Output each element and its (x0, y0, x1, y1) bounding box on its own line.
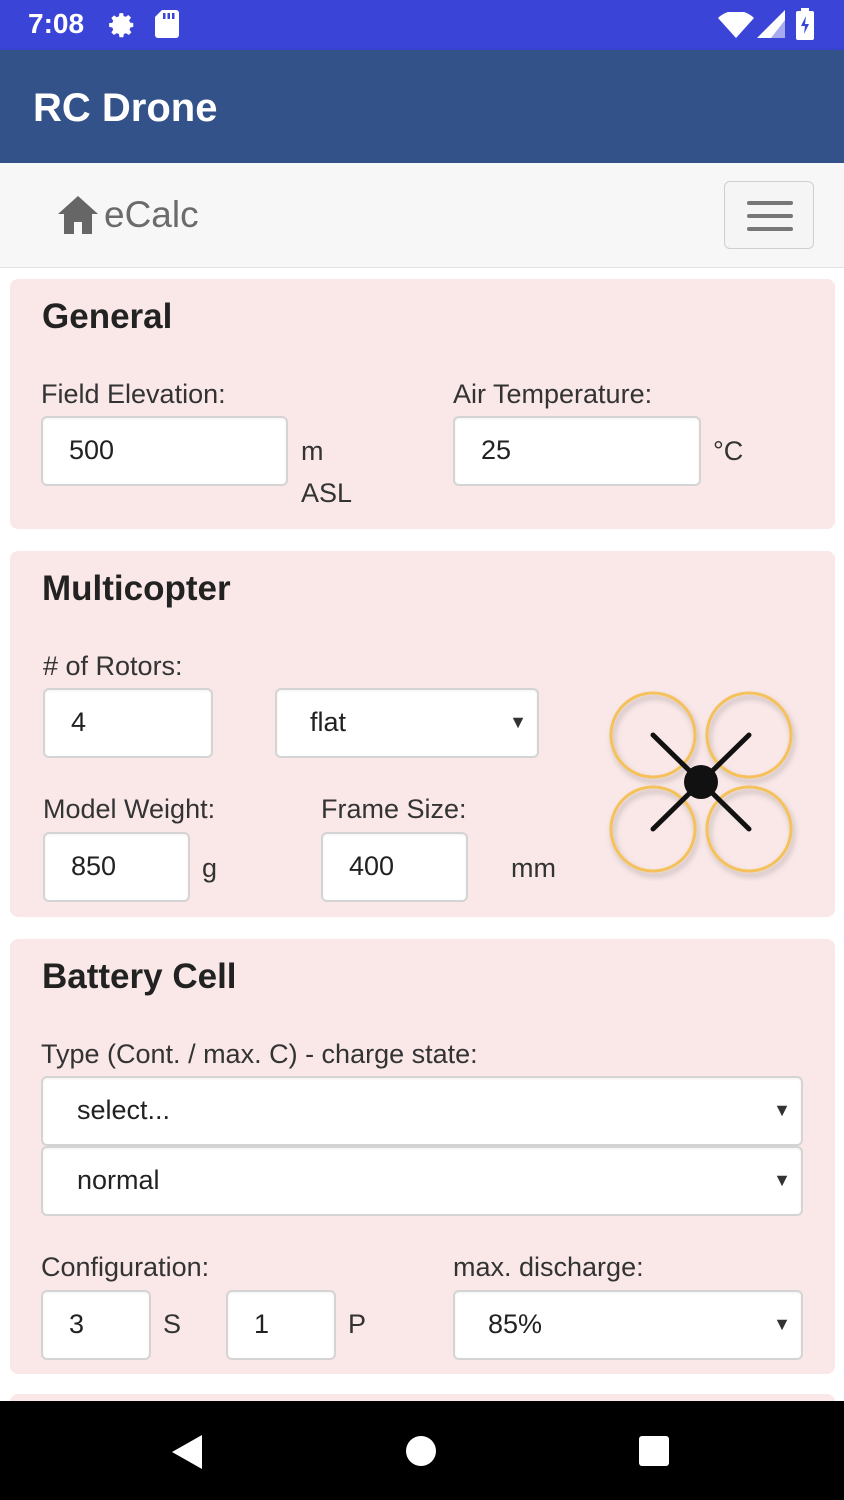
field-elevation-unit-asl: ASL (301, 478, 353, 508)
app-bar: RC Drone (0, 50, 844, 163)
back-icon[interactable] (170, 1433, 204, 1471)
rotors-input[interactable]: 4 (43, 688, 213, 758)
multicopter-card: Multicopter # of Rotors: 4 flat ▼ Model … (10, 551, 835, 917)
field-elevation-input[interactable]: 500 (41, 416, 288, 486)
chevron-down-icon: ▼ (773, 1100, 791, 1120)
wifi-icon (718, 12, 754, 38)
configuration-label: Configuration: (41, 1252, 210, 1282)
field-elevation-label: Field Elevation: (41, 379, 226, 409)
frame-size-input[interactable]: 400 (321, 832, 468, 902)
max-discharge-select[interactable]: 85% ▼ (453, 1290, 803, 1360)
air-temperature-label: Air Temperature: (453, 379, 653, 409)
quadcopter-icon (609, 691, 793, 873)
model-weight-unit: g (202, 853, 218, 883)
field-elevation-unit: m (301, 436, 324, 466)
app-title: RC Drone (33, 86, 218, 130)
model-weight-label: Model Weight: (43, 794, 216, 824)
status-time: 7:08 (28, 8, 85, 39)
cells-serial-input[interactable]: 3 (41, 1290, 151, 1360)
menu-icon (747, 201, 793, 205)
battery-type-select[interactable]: select... ▼ (41, 1076, 803, 1146)
chevron-down-icon: ▼ (773, 1314, 791, 1334)
sd-card-icon (155, 10, 179, 38)
cells-parallel-unit: P (348, 1309, 367, 1339)
gear-icon (109, 13, 134, 38)
multicopter-title: Multicopter (42, 569, 231, 608)
brand-link[interactable]: eCalc (58, 193, 199, 237)
signal-icon (757, 10, 785, 38)
chevron-down-icon: ▼ (509, 712, 527, 732)
cells-serial-unit: S (163, 1309, 182, 1339)
max-discharge-value: 85% (488, 1309, 543, 1339)
menu-toggle-button[interactable] (724, 181, 814, 249)
rotor-layout-select[interactable]: flat ▼ (275, 688, 539, 758)
system-nav-bar (0, 1401, 844, 1500)
charge-state-select[interactable]: normal ▼ (41, 1146, 803, 1216)
rotor-layout-value: flat (310, 707, 347, 737)
navbar: eCalc (0, 163, 844, 268)
home-nav-icon[interactable] (405, 1435, 437, 1467)
frame-size-label: Frame Size: (321, 794, 467, 824)
battery-cell-card: Battery Cell Type (Cont. / max. C) - cha… (10, 939, 835, 1374)
battery-type-label: Type (Cont. / max. C) - charge state: (41, 1039, 478, 1069)
general-card: General Field Elevation: 500 m ASL Air T… (10, 279, 835, 529)
battery-type-value: select... (77, 1095, 171, 1125)
general-title: General (42, 297, 173, 336)
chevron-down-icon: ▼ (773, 1170, 791, 1190)
home-icon (58, 196, 98, 234)
air-temperature-unit: °C (713, 436, 744, 466)
cells-parallel-input[interactable]: 1 (226, 1290, 336, 1360)
model-weight-input[interactable]: 850 (43, 832, 190, 902)
status-bar: 7:08 (0, 0, 844, 50)
air-temperature-input[interactable]: 25 (453, 416, 701, 486)
max-discharge-label: max. discharge: (453, 1252, 644, 1282)
frame-size-unit: mm (511, 853, 556, 883)
brand-text: eCalc (104, 194, 199, 235)
battery-cell-title: Battery Cell (42, 957, 237, 996)
recents-icon[interactable] (638, 1435, 670, 1467)
battery-icon (796, 8, 814, 40)
rotors-label: # of Rotors: (43, 651, 183, 681)
charge-state-value: normal (77, 1165, 160, 1195)
